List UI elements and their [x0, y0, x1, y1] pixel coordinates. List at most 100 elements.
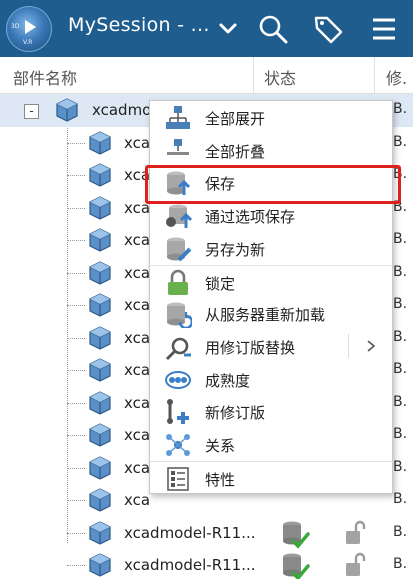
tree-row[interactable]: xcadmodel-R11... B.: [0, 549, 413, 579]
menu-item-label: 关系: [205, 437, 236, 455]
column-header-name[interactable]: 部件名称: [13, 65, 77, 89]
column-header-modified[interactable]: 修.: [386, 65, 407, 89]
tree-row-label: xca: [124, 393, 151, 412]
tree-row-label: xca: [124, 458, 151, 477]
collapse-all-icon: [167, 138, 189, 155]
reload-from-server-icon: [167, 302, 192, 329]
unlocked-icon: [346, 552, 366, 576]
tree-row[interactable]: xcadmodel-R11... B.: [0, 517, 413, 550]
part-icon: [89, 390, 111, 415]
app-logo-icon[interactable]: 3D V.R: [6, 6, 52, 52]
tree-row-modified: B.: [393, 426, 408, 442]
menu-item-label: 新修订版: [205, 404, 266, 423]
tree-connector: [67, 337, 85, 339]
tree-connector: [67, 272, 85, 274]
session-title[interactable]: MySession - ...: [68, 14, 210, 36]
maturity-icon: [165, 370, 191, 389]
column-divider[interactable]: [374, 57, 375, 94]
menu-item-maturity[interactable]: 成熟度: [150, 363, 392, 396]
column-divider[interactable]: [253, 57, 254, 94]
tree-row-label: xcadmo: [92, 101, 152, 119]
part-icon: [89, 163, 111, 187]
menu-item-lock[interactable]: 锁定: [150, 264, 392, 298]
replace-with-revision-icon: [165, 337, 191, 360]
tree-row-label: xca: [124, 296, 151, 314]
logo-version-text: V.R: [23, 39, 33, 46]
tree-row-modified: B.: [393, 523, 408, 540]
submenu-divider: [348, 333, 349, 358]
part-icon: [89, 423, 111, 447]
tree-row-label: xca: [124, 426, 151, 444]
tree-row-label: xca: [124, 231, 151, 249]
tree-connector: [67, 142, 85, 144]
chevron-down-icon[interactable]: [211, 12, 245, 46]
lock-icon: [168, 269, 188, 295]
tree-row-modified: B.: [393, 491, 408, 507]
part-icon: [89, 553, 111, 577]
tree-row-label: xcadmodel-R11...: [124, 556, 256, 574]
menu-item-label: 用修订版替换: [205, 338, 296, 357]
menu-item-expand-all[interactable]: 全部展开: [150, 101, 392, 134]
tree-connector: [67, 532, 85, 534]
tree-connector: [67, 207, 85, 209]
menu-item-new-revision[interactable]: 新修订版: [150, 395, 392, 428]
menu-item-label: 特性: [205, 470, 236, 489]
part-icon: [89, 260, 111, 285]
save-as-new-icon: [167, 237, 192, 262]
tree-connector: [67, 435, 85, 436]
menu-item-save-as-new[interactable]: 另存为新: [150, 232, 392, 265]
tree-connector: [67, 370, 85, 371]
save-with-options-icon: [166, 204, 192, 229]
unlocked-icon: [346, 520, 366, 544]
search-icon[interactable]: [256, 12, 290, 46]
part-icon: [89, 455, 111, 480]
menu-item-properties[interactable]: 特性: [150, 460, 392, 494]
menu-item-label: 另存为新: [205, 240, 266, 259]
part-icon: [89, 195, 111, 220]
context-menu: 全部展开 全部折叠 保存 通过选项保存 另存为新 锁定 从服务器重新加载 用修订版替换 成熟度新…: [149, 100, 393, 494]
new-revision-icon: [167, 399, 189, 425]
tree-row-label: xcadmodel-R11...: [124, 523, 256, 542]
menu-item-label: 锁定: [205, 274, 236, 293]
tree-connector: [67, 402, 85, 404]
part-icon: [89, 520, 111, 545]
part-icon: [89, 488, 111, 512]
menu-item-label: 全部展开: [205, 110, 266, 128]
menu-item-label: 全部折叠: [205, 142, 266, 161]
app-header: 3D V.R MySession - ...: [0, 0, 413, 57]
tag-icon[interactable]: [311, 12, 345, 46]
chevron-right-icon[interactable]: [364, 336, 378, 356]
saved-status-icon: [283, 553, 310, 579]
logo-3d-text: 3D: [11, 23, 20, 30]
column-header-status[interactable]: 状态: [264, 65, 296, 89]
tree-connector: [67, 240, 85, 241]
expand-all-icon: [166, 106, 190, 129]
tree-row-modified: B.: [393, 328, 408, 345]
tree-row-modified: B.: [393, 393, 408, 410]
tree-row-modified: B.: [393, 101, 408, 117]
tree-connector: [67, 500, 85, 501]
tree-row-label: xca: [124, 361, 151, 379]
part-icon: [89, 130, 111, 155]
menu-item-label: 通过选项保存: [205, 208, 296, 227]
tree-row-modified: B.: [393, 458, 408, 475]
menu-item-collapse-all[interactable]: 全部折叠: [150, 134, 392, 167]
tree-connector: [67, 565, 85, 566]
menu-item-reload-from-server[interactable]: 从服务器重新加载: [150, 297, 392, 330]
assembly-icon: [56, 98, 78, 122]
tree-connector: [67, 467, 85, 469]
menu-item-relations[interactable]: 关系: [150, 428, 392, 461]
part-icon: [89, 325, 111, 350]
tree-row-modified: B.: [393, 556, 408, 572]
menu-item-replace-with-revision[interactable]: 用修订版替换: [150, 330, 392, 363]
saved-status-icon: [283, 521, 310, 549]
hamburger-menu-icon[interactable]: [367, 12, 401, 46]
part-icon: [89, 358, 111, 382]
menu-item-label: 成熟度: [205, 371, 251, 390]
tree-row-modified: B.: [393, 263, 408, 280]
part-icon: [89, 293, 111, 317]
tree-connector: [67, 305, 85, 306]
tree-row-modified: B.: [393, 361, 408, 377]
tree-row-modified: B.: [393, 296, 408, 312]
collapse-toggle[interactable]: -: [24, 104, 39, 119]
